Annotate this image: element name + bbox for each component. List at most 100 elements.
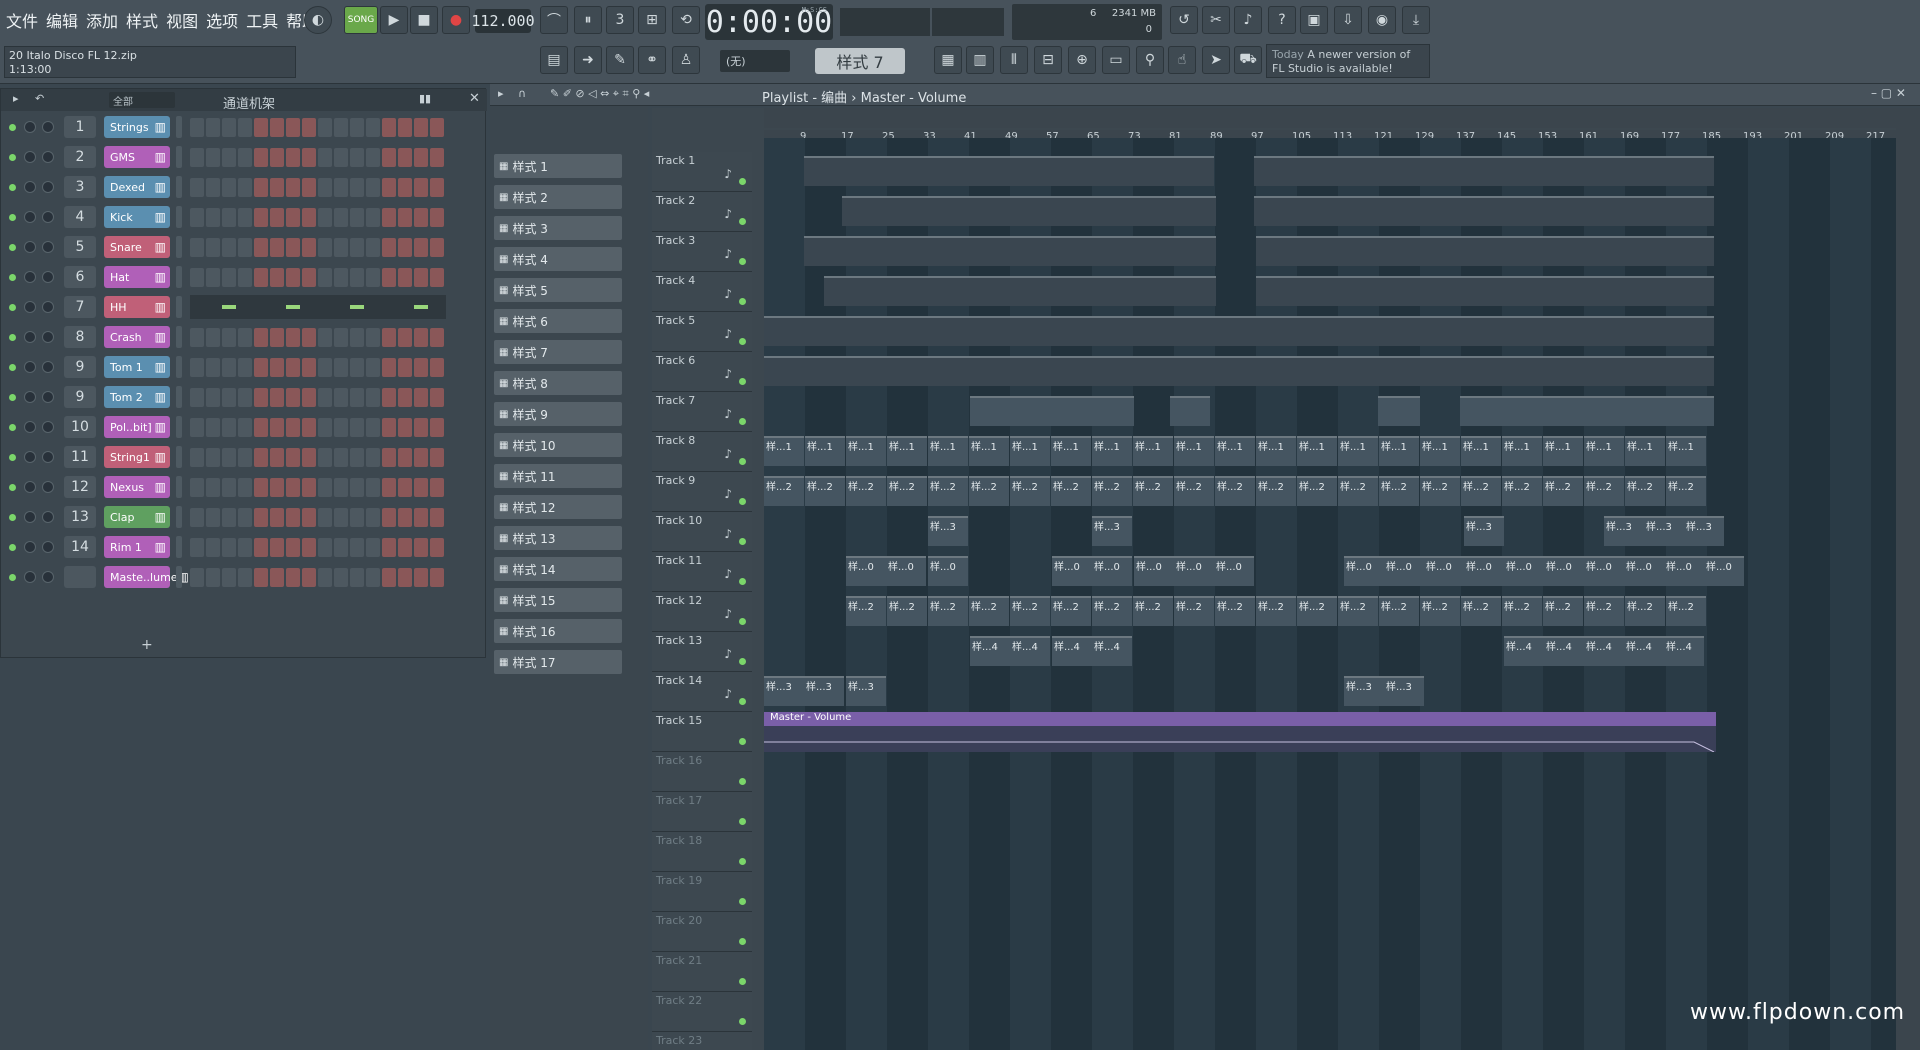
step-button[interactable] (302, 117, 316, 137)
track-led[interactable] (739, 578, 746, 585)
playlist-clip[interactable]: 样...2 (928, 476, 968, 506)
pan-knob[interactable] (24, 511, 36, 523)
rack-arrow-icon[interactable]: ▸ (13, 92, 19, 105)
playlist-clip[interactable]: 样...2 (1420, 596, 1460, 626)
step-button[interactable] (334, 507, 348, 527)
playlist-clip[interactable]: 样...3 (1644, 516, 1684, 546)
playlist-clip[interactable]: 样...2 (1092, 476, 1132, 506)
step-button[interactable] (398, 477, 412, 497)
playlist-clip[interactable]: 样...2 (1215, 596, 1255, 626)
mixer-track-number[interactable]: 3 (64, 176, 96, 198)
step-button[interactable] (398, 507, 412, 527)
playlist-clip[interactable] (764, 356, 1714, 386)
download-icon[interactable]: ⤓ (1402, 6, 1430, 34)
playlist-clip[interactable]: 样...2 (1461, 476, 1501, 506)
channel-led[interactable] (9, 333, 16, 341)
track-header[interactable]: Track 23 (652, 1032, 752, 1050)
step-button[interactable] (350, 177, 364, 197)
step-button[interactable] (350, 237, 364, 257)
step-button[interactable] (270, 117, 284, 137)
step-button[interactable] (414, 417, 428, 437)
menu-options[interactable]: 选项 (204, 8, 240, 32)
rack-undo-icon[interactable]: ↶ (35, 92, 44, 105)
playlist-menu-icon[interactable]: ▸ (498, 87, 504, 100)
playlist-clip[interactable]: 样...4 (970, 636, 1010, 666)
step-button[interactable] (398, 447, 412, 467)
playlist-clip[interactable]: 样...2 (887, 476, 927, 506)
step-button[interactable] (398, 537, 412, 557)
step-button[interactable] (206, 237, 220, 257)
playlist-clip[interactable]: 样...1 (764, 436, 804, 466)
step-button[interactable] (254, 327, 268, 347)
step-button[interactable] (222, 567, 236, 587)
window-controls[interactable]: – ▢ ✕ (1871, 86, 1906, 100)
pattern-item[interactable]: ▦ 样式 1 (494, 154, 622, 178)
stamp-icon[interactable]: ♙ (672, 46, 700, 74)
automation-clip[interactable]: Master - Volume (764, 712, 1716, 753)
step-button[interactable] (238, 537, 252, 557)
step-button[interactable] (318, 327, 332, 347)
step-button[interactable] (414, 147, 428, 167)
playlist-clip[interactable]: 样...3 (1092, 516, 1132, 546)
playlist-clip[interactable]: 样...2 (1584, 596, 1624, 626)
playlist-clip[interactable]: 样...2 (887, 596, 927, 626)
playlist-clip[interactable]: 样...1 (969, 436, 1009, 466)
step-button[interactable] (286, 477, 300, 497)
channel-led[interactable] (9, 573, 16, 581)
mixer-track-number[interactable]: 10 (64, 416, 96, 438)
playlist-clip[interactable] (764, 316, 1714, 346)
step-button[interactable] (206, 417, 220, 437)
channel-row[interactable]: 14 Rim 1 ▥ (9, 535, 444, 559)
step-sequencer[interactable] (190, 567, 444, 587)
step-sequencer[interactable] (190, 327, 444, 347)
close-icon[interactable]: ✕ (469, 91, 480, 106)
step-button[interactable] (318, 147, 332, 167)
step-button[interactable] (302, 207, 316, 227)
step-button[interactable] (350, 117, 364, 137)
track-led[interactable] (739, 1018, 746, 1025)
volume-knob[interactable] (42, 421, 54, 433)
step-button[interactable] (398, 267, 412, 287)
tool-icons[interactable]: ✎ ✐ ⊘ ◁ ⇔ ⌖ ⌗ ⚲ ◂ (550, 87, 649, 101)
channel-row[interactable]: 12 Nexus ▥ (9, 475, 444, 499)
step-sequencer[interactable] (190, 147, 444, 167)
step-button[interactable] (366, 237, 380, 257)
graph-editor[interactable] (190, 295, 446, 319)
step-button[interactable] (318, 537, 332, 557)
piano-roll-icon[interactable]: ▦ (934, 46, 962, 74)
playlist-clip[interactable]: 样...0 (1344, 556, 1384, 586)
step-button[interactable] (270, 387, 284, 407)
channel-select[interactable] (176, 296, 182, 318)
step-button[interactable] (318, 387, 332, 407)
step-button[interactable] (414, 477, 428, 497)
channel-led[interactable] (9, 243, 16, 251)
playlist-clip[interactable]: 样...0 (1424, 556, 1464, 586)
channel-row[interactable]: 9 Tom 1 ▥ (9, 355, 444, 379)
playlist-clip[interactable]: 样...0 (886, 556, 926, 586)
channel-row[interactable]: 1 Strings ▥ (9, 115, 444, 139)
track-led[interactable] (739, 858, 746, 865)
channel-button[interactable]: String1 ▥ (104, 446, 170, 468)
channel-row[interactable]: 11 String1 ▥ (9, 445, 444, 469)
step-button[interactable] (270, 177, 284, 197)
playlist-clip[interactable]: 样...2 (1502, 476, 1542, 506)
playlist-clip[interactable]: 样...2 (1133, 476, 1173, 506)
step-button[interactable] (270, 477, 284, 497)
step-button[interactable] (254, 207, 268, 227)
step-button[interactable] (414, 447, 428, 467)
file-icon[interactable]: ▭ (1102, 46, 1130, 74)
playlist-clip[interactable]: 样...3 (1604, 516, 1644, 546)
playlist-grid[interactable] (764, 138, 1908, 1050)
step-button[interactable] (222, 177, 236, 197)
step-button[interactable] (270, 357, 284, 377)
track-led[interactable] (739, 178, 746, 185)
playlist-window-icon[interactable]: ▤ (540, 46, 568, 74)
playlist-clip[interactable]: 样...2 (1625, 476, 1665, 506)
step-button[interactable] (382, 387, 396, 407)
step-button[interactable] (222, 537, 236, 557)
step-button[interactable] (238, 417, 252, 437)
step-button[interactable] (206, 147, 220, 167)
pattern-item[interactable]: ▦ 样式 10 (494, 433, 622, 457)
channel-row[interactable]: 6 Hat ▥ (9, 265, 444, 289)
mixer-track-number[interactable]: 4 (64, 206, 96, 228)
